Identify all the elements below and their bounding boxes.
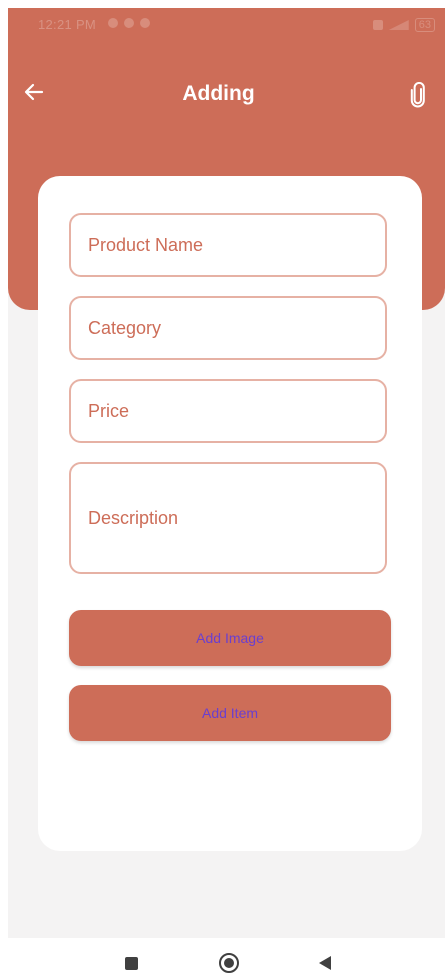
battery-icon: 63 (414, 18, 435, 32)
product-name-field[interactable] (69, 213, 387, 277)
price-input[interactable] (71, 381, 385, 441)
recents-square-icon[interactable] (125, 957, 138, 970)
description-field[interactable] (69, 462, 387, 574)
page-title: Adding (182, 82, 255, 105)
signal-icon (388, 20, 409, 30)
status-time: 12:21 PM (38, 17, 97, 32)
add-item-button[interactable]: Add Item (69, 685, 391, 741)
product-name-input[interactable] (71, 215, 385, 275)
paperclip-icon[interactable] (408, 82, 428, 108)
form-card: Add Image Add Item (38, 176, 422, 851)
notification-icon (140, 18, 150, 28)
status-system-icons: 63 (372, 18, 435, 32)
notification-icon (108, 18, 118, 28)
add-image-button[interactable]: Add Image (69, 610, 391, 666)
status-notification-icons (108, 18, 150, 28)
price-field[interactable] (69, 379, 387, 443)
category-input[interactable] (71, 298, 385, 358)
home-circle-icon[interactable] (218, 952, 240, 974)
notification-icon (124, 18, 134, 28)
system-navigation-bar (0, 938, 445, 975)
description-input[interactable] (71, 464, 385, 572)
status-bar: 12:21 PM 63 (8, 8, 445, 40)
category-field[interactable] (69, 296, 387, 360)
app-screen: 12:21 PM 63 Add Image Add Item (8, 8, 445, 938)
back-triangle-icon[interactable] (318, 955, 332, 971)
sim-icon (372, 20, 383, 30)
